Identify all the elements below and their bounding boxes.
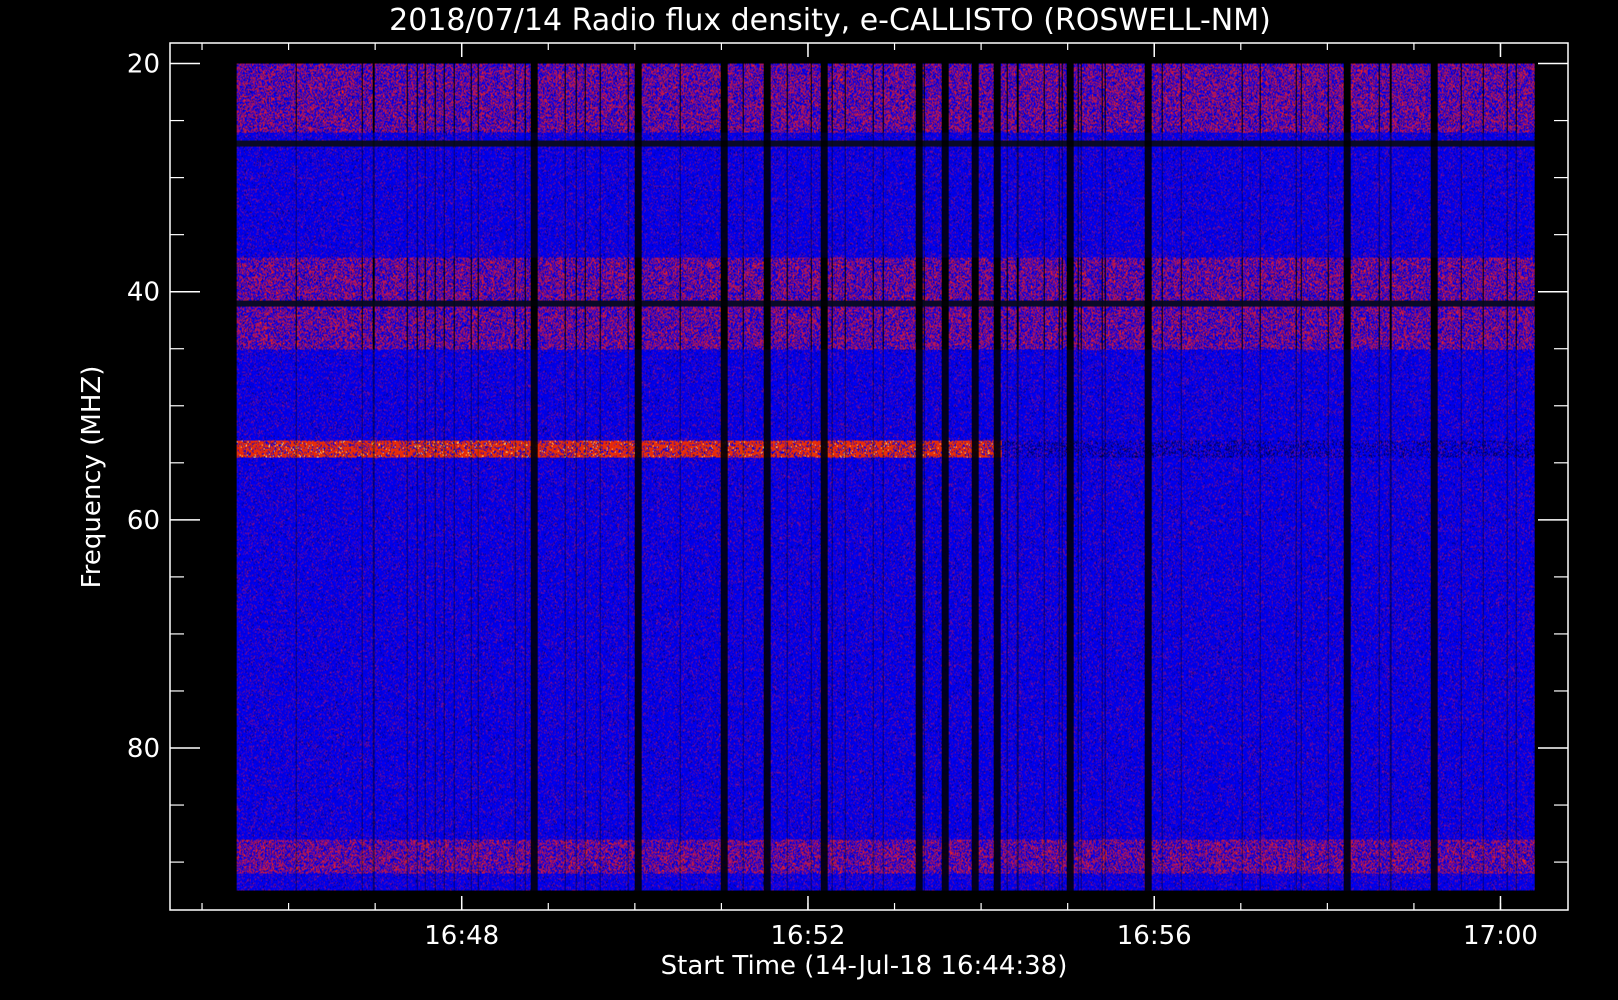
- spectrogram-chart: 2018/07/14 Radio flux density, e-CALLIST…: [0, 0, 1618, 1000]
- y-tick-label: 60: [127, 506, 160, 536]
- x-axis-label: Start Time (14-Jul-18 16:44:38): [661, 951, 1068, 981]
- spectrogram-data: [236, 63, 1535, 891]
- y-tick-label: 40: [127, 278, 160, 308]
- y-tick-label: 20: [127, 50, 160, 80]
- chart-title: 2018/07/14 Radio flux density, e-CALLIST…: [389, 3, 1271, 38]
- x-tick-label: 16:52: [771, 921, 846, 951]
- x-tick-label: 16:48: [424, 921, 499, 951]
- x-tick-label: 16:56: [1117, 921, 1192, 951]
- x-tick-label: 17:00: [1463, 921, 1538, 951]
- spectrogram-image: [236, 63, 1535, 891]
- y-tick-label: 80: [127, 734, 160, 764]
- y-axis-label: Frequency (MHZ): [77, 366, 107, 589]
